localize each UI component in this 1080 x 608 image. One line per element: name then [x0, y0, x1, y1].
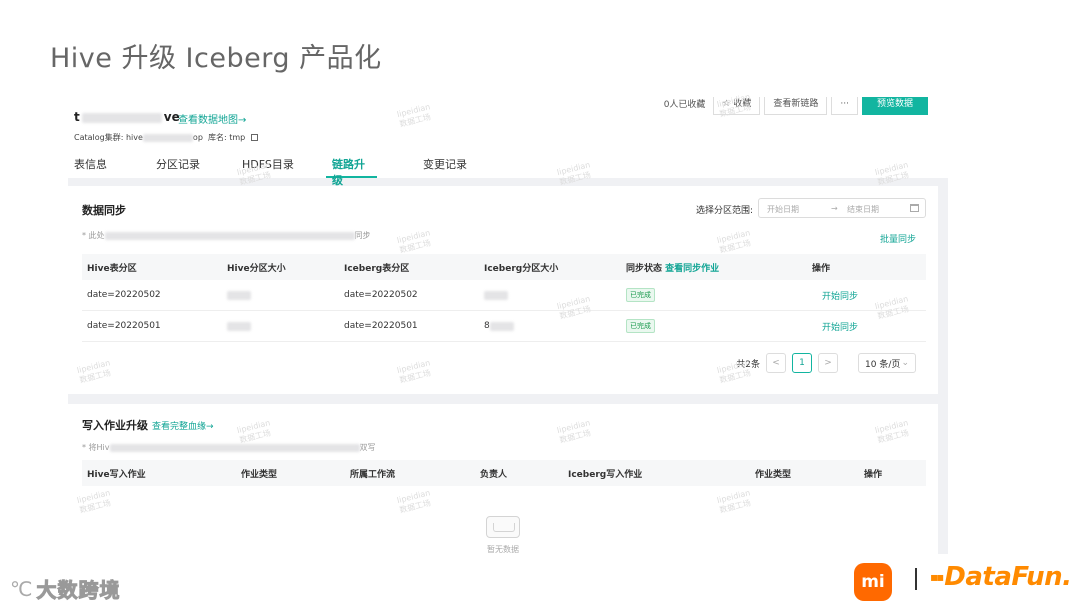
- copy-icon[interactable]: [251, 134, 259, 141]
- tab-partitions[interactable]: 分区记录: [150, 156, 208, 178]
- status-badge: 已完成: [626, 288, 655, 302]
- redacted-text: [227, 321, 251, 331]
- col-hive-partition: Hive表分区: [87, 263, 137, 274]
- sync-note: * 此处 同步: [82, 231, 371, 240]
- calendar-icon[interactable]: [910, 204, 919, 212]
- view-lineage-button[interactable]: 查看新链路: [764, 97, 828, 115]
- pagination: 共2条 < 1 > 10 条/页 ⌄: [736, 353, 916, 373]
- start-date-input[interactable]: 开始日期: [767, 204, 799, 215]
- col-job-type-2: 作业类型: [755, 469, 792, 480]
- range-arrow: →: [831, 204, 838, 213]
- redacted-text: [227, 290, 251, 300]
- col-action: 操作: [864, 469, 883, 480]
- empty-text: 暂无数据: [487, 545, 519, 554]
- prev-page-button[interactable]: <: [766, 353, 786, 373]
- tab-bar: 表信息 分区记录 HDFS目录 链路升级 变更记录: [68, 156, 948, 187]
- end-date-input[interactable]: 结束日期: [847, 204, 879, 215]
- brand-mark-icon: ℃: [10, 576, 33, 601]
- table-row: date=20220501 date=20220501 8 已完成 开始同步: [82, 311, 926, 342]
- favorite-button[interactable]: ☆ 收藏: [713, 97, 761, 115]
- view-sync-jobs-link[interactable]: 查看同步作业: [665, 261, 719, 274]
- header-actions: 0人已收藏 ☆ 收藏 查看新链路 ··· 预览数据: [660, 97, 928, 115]
- dots-icon: ▪▪: [930, 570, 944, 584]
- iceberg-size-cell: [484, 280, 508, 310]
- footer-brand-logo: ℃ 大数跨境: [10, 576, 121, 603]
- data-sync-card: 数据同步 选择分区范围: 开始日期 → 结束日期 * 此处 同步 批量同步 Hiv…: [68, 186, 938, 394]
- col-iceberg-job: Iceberg写入作业: [568, 469, 643, 480]
- tab-lineage-upgrade[interactable]: 链路升级: [326, 156, 377, 187]
- chevron-down-icon: ⌄: [901, 358, 909, 368]
- table-row: date=20220502 date=20220502 已完成 开始同步: [82, 280, 926, 311]
- data-map-link[interactable]: 查看数据地图→: [178, 111, 246, 126]
- more-button[interactable]: ···: [831, 97, 858, 115]
- tab-hdfs[interactable]: HDFS目录: [236, 156, 308, 178]
- redacted-text: [81, 112, 162, 123]
- write-table: Hive写入作业 作业类型 所属工作流 负责人 Iceberg写入作业 作业类型…: [82, 460, 926, 486]
- full-lineage-link[interactable]: 查看完整血缘→: [152, 422, 214, 432]
- total-count: 共2条: [736, 359, 760, 370]
- redacted-text: [109, 443, 360, 452]
- status-cell: 已完成: [626, 280, 655, 310]
- next-page-button[interactable]: >: [818, 353, 838, 373]
- tab-change-log[interactable]: 变更记录: [417, 156, 477, 178]
- iceberg-partition-cell: date=20220502: [344, 290, 418, 300]
- col-hive-size: Hive分区大小: [227, 263, 286, 274]
- hive-size-cell: [227, 280, 251, 310]
- redacted-text: [484, 290, 508, 300]
- batch-sync-button[interactable]: 批量同步: [880, 232, 916, 245]
- range-label: 选择分区范围:: [696, 206, 754, 216]
- col-action: 操作: [812, 263, 831, 274]
- empty-inbox-icon: [486, 516, 520, 538]
- write-title: 写入作业升级 查看完整血缘→: [82, 419, 214, 432]
- col-hive-job: Hive写入作业: [87, 469, 146, 480]
- table-name: t ve: [74, 110, 180, 124]
- db-name: 库名: tmp: [208, 133, 246, 142]
- col-sync-status: 同步状态 查看同步作业: [626, 254, 719, 280]
- status-cell: 已完成: [626, 311, 655, 341]
- start-sync-button[interactable]: 开始同步: [822, 311, 858, 341]
- date-range-picker[interactable]: 开始日期 → 结束日期: [758, 198, 926, 218]
- screenshot-panel: t ve 查看数据地图→ Catalog集群: hive op 库名: tmp 0人…: [68, 92, 948, 554]
- logo-divider: [915, 568, 917, 590]
- table-header: Hive写入作业 作业类型 所属工作流 负责人 Iceberg写入作业 作业类型…: [82, 460, 926, 486]
- favorite-count: 0人已收藏: [663, 100, 706, 110]
- iceberg-partition-cell: date=20220501: [344, 321, 418, 331]
- col-owner: 负责人: [480, 469, 508, 480]
- col-iceberg-size: Iceberg分区大小: [484, 263, 559, 274]
- col-job-type: 作业类型: [241, 469, 278, 480]
- mi-logo: mi: [854, 563, 892, 601]
- col-workflow: 所属工作流: [350, 469, 396, 480]
- col-iceberg-partition: Iceberg表分区: [344, 263, 410, 274]
- status-badge: 已完成: [626, 319, 655, 333]
- tab-table-info[interactable]: 表信息: [68, 156, 126, 178]
- page-1-button[interactable]: 1: [792, 353, 812, 373]
- preview-data-button[interactable]: 预览数据: [861, 97, 928, 115]
- iceberg-size-cell: 8: [484, 311, 514, 341]
- sync-title: 数据同步: [82, 204, 126, 217]
- sync-table: Hive表分区 Hive分区大小 Iceberg表分区 Iceberg分区大小 …: [82, 254, 926, 342]
- hive-partition-cell: date=20220502: [87, 290, 161, 300]
- catalog-info: Catalog集群: hive op 库名: tmp: [74, 132, 259, 143]
- slide-title: Hive 升级 Iceberg 产品化: [50, 43, 382, 74]
- datafun-logo: ▪▪ DataFun.: [930, 562, 1072, 592]
- start-sync-button[interactable]: 开始同步: [822, 280, 858, 310]
- table-header: Hive表分区 Hive分区大小 Iceberg表分区 Iceberg分区大小 …: [82, 254, 926, 280]
- hive-partition-cell: date=20220501: [87, 321, 161, 331]
- hive-size-cell: [227, 311, 251, 341]
- write-job-card: 写入作业升级 查看完整血缘→ * 将Hiv 双写 Hive写入作业 作业类型 所属工…: [68, 404, 938, 554]
- redacted-text: [104, 231, 355, 240]
- write-note: * 将Hiv 双写: [82, 443, 376, 452]
- redacted-text: [489, 321, 514, 331]
- page-header: t ve 查看数据地图→ Catalog集群: hive op 库名: tmp 0人…: [68, 92, 948, 187]
- redacted-text: [142, 133, 193, 142]
- page-size-select[interactable]: 10 条/页 ⌄: [858, 353, 916, 373]
